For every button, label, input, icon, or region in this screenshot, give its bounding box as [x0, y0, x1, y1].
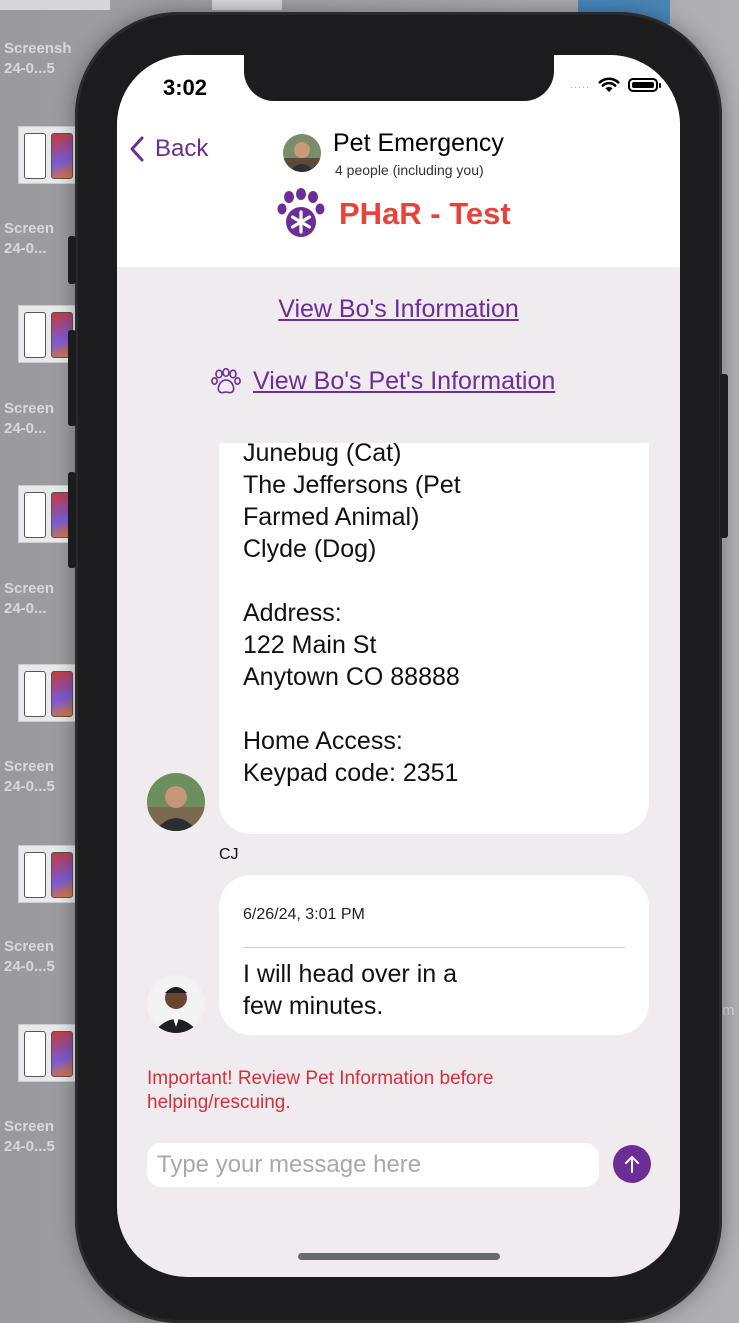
- back-button[interactable]: Back: [129, 135, 208, 163]
- paw-icon: [277, 188, 325, 237]
- message-line: [243, 565, 625, 597]
- message-line: few minutes.: [243, 992, 384, 1020]
- desktop-file-label[interactable]: Screen: [4, 758, 54, 776]
- message-bubble[interactable]: 6/26/24, 3:01 PM I will head over in a f…: [219, 875, 649, 1035]
- desktop-file-label[interactable]: 24-0...: [4, 240, 47, 258]
- wifi-icon: [598, 77, 620, 92]
- chat-subtitle: 4 people (including you): [335, 162, 484, 178]
- message-bubble[interactable]: Junebug (Cat) The Jeffersons (Pet Farmed…: [219, 443, 649, 834]
- phone-volume-down-button: [68, 472, 76, 568]
- desktop-file-label[interactable]: Screen: [4, 400, 54, 418]
- desktop-file-label[interactable]: 24-0...5: [4, 778, 55, 796]
- desktop-file-label[interactable]: 24-0...5: [4, 958, 55, 976]
- chevron-left-icon: [130, 136, 144, 162]
- avatar-photo: [147, 975, 205, 1033]
- message-timestamp: 6/26/24, 3:01 PM: [243, 906, 365, 923]
- desktop-file-label[interactable]: Screen: [4, 1118, 54, 1136]
- view-pet-info-label: View Bo's Pet's Information: [253, 367, 556, 395]
- message-line: Address:: [243, 599, 342, 627]
- message-line: Junebug (Cat): [243, 443, 402, 467]
- desktop-thumb-partial: [0, 0, 110, 10]
- status-time: 3:02: [163, 75, 208, 100]
- paw-outline-icon: [211, 367, 241, 393]
- message-line: Farmed Animal): [243, 503, 420, 531]
- desktop-edge-text: m: [722, 1002, 735, 1019]
- phone-volume-up-button: [68, 330, 76, 426]
- desktop-file-label[interactable]: 24-0...5: [4, 60, 55, 78]
- view-info-link[interactable]: View Bo's Information: [117, 295, 680, 324]
- battery-icon: [628, 78, 661, 92]
- cellular-signal-icon: .....: [569, 79, 590, 91]
- sender-avatar[interactable]: [147, 773, 205, 831]
- arrow-up-icon: [625, 1156, 639, 1173]
- chat-title: Pet Emergency: [333, 129, 504, 157]
- desktop-file-label[interactable]: Screen: [4, 938, 54, 956]
- message-line: Keypad code: 2351: [243, 759, 459, 787]
- message-line: The Jeffersons (Pet: [243, 471, 461, 499]
- message-divider: [243, 947, 625, 948]
- send-button[interactable]: [613, 1145, 651, 1183]
- message-line: I will head over in a: [243, 960, 458, 988]
- desktop-file-label[interactable]: 24-0...5: [4, 1138, 55, 1156]
- avatar-photo: [283, 134, 321, 172]
- group-avatar[interactable]: [283, 134, 321, 172]
- message-sender: CJ: [219, 846, 239, 863]
- desktop-file-label[interactable]: Screensh: [4, 40, 72, 58]
- status-icons: .....: [569, 77, 661, 93]
- message-line: Anytown CO 88888: [243, 663, 460, 691]
- desktop-file-label[interactable]: 24-0...: [4, 420, 47, 438]
- message-line: Home Access:: [243, 727, 403, 755]
- pet-info-warning: Important! Review Pet Information before…: [147, 1068, 494, 1113]
- message-line: 122 Main St: [243, 631, 377, 659]
- message-line: Clyde (Dog): [243, 535, 377, 563]
- message-list[interactable]: Junebug (Cat) The Jeffersons (Pet Farmed…: [117, 443, 680, 1043]
- avatar-photo: [147, 773, 205, 831]
- app-screen: 3:02 ..... Back Pet Emergency 4 people (…: [117, 55, 680, 1277]
- desktop-file-label[interactable]: Screen: [4, 220, 54, 238]
- brand-name: PHaR - Test: [339, 196, 511, 231]
- desktop-file-thumbnail[interactable]: [18, 1024, 80, 1082]
- view-pet-info-link[interactable]: View Bo's Pet's Information: [211, 367, 555, 396]
- phone-notch: [244, 55, 554, 101]
- brand-logo: PHaR - Test: [277, 188, 511, 240]
- back-label: Back: [155, 135, 209, 162]
- phone-power-button: [720, 374, 728, 538]
- message-line: [243, 693, 625, 725]
- sender-avatar[interactable]: [147, 975, 205, 1033]
- message-input[interactable]: Type your message here: [147, 1143, 599, 1187]
- phone-mute-switch: [68, 236, 76, 284]
- desktop-file-label[interactable]: 24-0...: [4, 600, 47, 618]
- message-input-placeholder: Type your message here: [157, 1151, 422, 1178]
- desktop-file-label[interactable]: Screen: [4, 580, 54, 598]
- desktop-file-thumbnail[interactable]: [18, 845, 80, 903]
- home-indicator[interactable]: [298, 1253, 500, 1260]
- desktop-file-thumbnail[interactable]: [18, 126, 80, 184]
- desktop-file-thumbnail[interactable]: [18, 664, 80, 722]
- desktop-thumb-partial: [212, 0, 282, 10]
